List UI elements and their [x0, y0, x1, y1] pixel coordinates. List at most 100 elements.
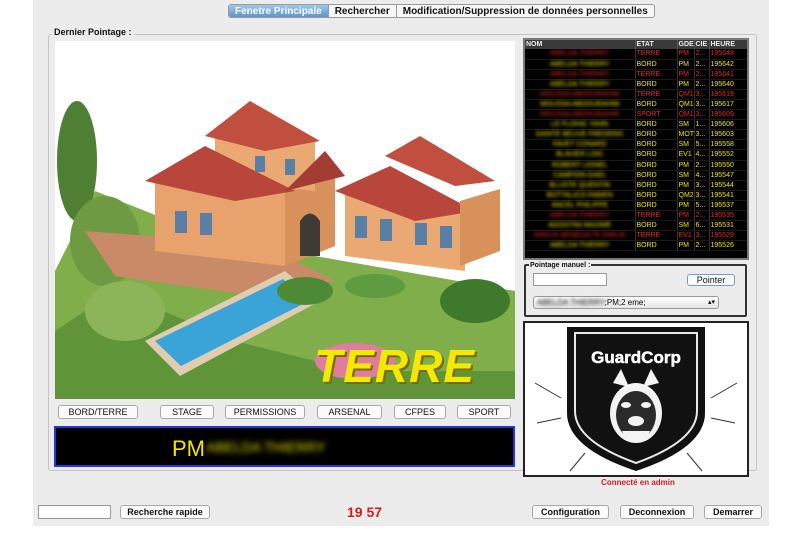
permissions-button[interactable]: PERMISSIONS [225, 405, 305, 419]
cell-heure: 195642 [709, 59, 747, 70]
column-header-etat[interactable]: ETAT [635, 40, 678, 49]
cell-heure: 195550 [709, 160, 747, 171]
cell-heure: 195535 [709, 210, 747, 222]
cell-gde: PM [677, 180, 695, 191]
last-check-display: PM ABELDA THIERRY [54, 426, 515, 467]
zone-illustration: TERRE [55, 41, 515, 399]
main-window: Fenetre Principale Rechercher Modificati… [33, 0, 769, 526]
cell-cie: 6... [694, 220, 710, 232]
quick-search-button[interactable]: Recherche rapide [120, 505, 210, 519]
cell-heure: 195558 [709, 139, 747, 151]
connection-status: Connecté en admin [601, 478, 675, 487]
cell-gde: QM1 [677, 99, 695, 111]
cell-gde: PM [677, 210, 695, 222]
table-row[interactable]: BLUSTE QUENTIN BORD PM 3... 195544 [525, 180, 747, 191]
guardcorp-brand-text: GuardCorp [591, 348, 681, 367]
cell-nom: ABELDA THIERRY [525, 79, 636, 90]
cell-gde: SM [677, 220, 695, 232]
cell-cie: 5... [694, 139, 710, 151]
stage-button[interactable]: STAGE [160, 405, 214, 419]
table-row[interactable]: ANCEL PHILIPPE BORD PM 5... 195537 [525, 200, 747, 212]
manual-check-panel [524, 264, 747, 317]
cell-cie: 3... [694, 180, 710, 191]
cell-gde: MOT [677, 129, 695, 141]
bord-terre-button[interactable]: BORD/TERRE [58, 405, 138, 419]
cell-nom: CAMPION GAEL [525, 170, 636, 181]
cell-etat: BORD [635, 160, 678, 171]
manual-check-input[interactable] [533, 273, 607, 286]
configuration-button[interactable]: Configuration [532, 505, 609, 519]
tab-search[interactable]: Rechercher [329, 5, 397, 17]
table-row[interactable]: BOTTALICO FABIEN BORD QM2 3... 195541 [525, 190, 747, 201]
cell-cie: 2... [694, 59, 710, 70]
table-row[interactable]: MOUSSA ABDOURAHIM BORD QM1 3... 195617 [525, 99, 747, 111]
cell-etat: TERRE [635, 49, 678, 60]
column-header-heure[interactable]: HEURE [709, 40, 747, 49]
tab-main-window[interactable]: Fenetre Principale [229, 5, 329, 17]
column-header-gde[interactable]: GDE [677, 40, 695, 49]
table-row[interactable]: ABELDA THIERRY BORD PM 2... 195640 [525, 79, 747, 90]
pointer-button[interactable]: Pointer [687, 274, 735, 286]
cell-heure: 195648 [709, 49, 747, 60]
quick-search-input[interactable] [38, 505, 111, 519]
personnel-select[interactable]: ABELDA THIERRY;PM;2 eme; ▴▾ [533, 296, 719, 309]
cell-heure: 195609 [709, 109, 747, 121]
arsenal-button[interactable]: ARSENAL [317, 405, 382, 419]
table-row[interactable]: ABELDA THIERRY BORD PM 2... 195642 [525, 59, 747, 70]
cell-etat: TERRE [635, 69, 678, 80]
table-row[interactable]: CAMPION GAEL BORD SM 4... 195547 [525, 170, 747, 181]
start-button[interactable]: Demarrer [704, 505, 762, 519]
cell-gde: EV1 [677, 230, 695, 242]
cell-gde: QM1 [677, 109, 695, 121]
cell-gde: SM [677, 139, 695, 151]
table-row[interactable]: LE FLOHIC YANN BORD SM 1... 195606 [525, 119, 747, 131]
cell-heure: 195526 [709, 240, 747, 252]
table-row[interactable]: BLAVIER LOIC BORD EV1 4... 195552 [525, 149, 747, 161]
table-row[interactable]: SAINTE BEUVE FREDERIC BORD MOT 3... 195603 [525, 129, 747, 141]
cell-heure: 195619 [709, 89, 747, 100]
cfpes-button[interactable]: CFPES [394, 405, 446, 419]
cell-etat: BORD [635, 200, 678, 212]
cell-nom: MOUSSA ABDOURAHIM [525, 99, 636, 111]
cell-cie: 2... [694, 210, 710, 222]
cell-nom: MOUSSA ABDOURAHIM [525, 109, 636, 121]
table-row[interactable]: ABELDA THIERRY TERRE PM 2... 195535 [525, 210, 747, 222]
cell-nom: ROBERT LIONEL [525, 160, 636, 171]
cell-cie: 5... [694, 200, 710, 212]
cell-gde: PM [677, 79, 695, 90]
table-row[interactable]: ROBERT LIONEL BORD PM 2... 195550 [525, 160, 747, 171]
column-header-nom[interactable]: NOM [525, 40, 636, 49]
select-arrows-icon: ▴▾ [707, 299, 715, 306]
cell-nom: BLAVIER LOIC [525, 149, 636, 161]
table-header-row: NOM ETAT GDE CIE HEURE [525, 40, 747, 49]
cell-nom: ABELDA THIERRY [525, 59, 636, 70]
cell-cie: 4... [694, 149, 710, 161]
cell-gde: PM [677, 240, 695, 252]
cell-gde: PM [677, 69, 695, 80]
table-row[interactable]: MOUSSA ABDOURAHIM TERRE QM1 3... 195619 [525, 89, 747, 100]
cell-heure: 195603 [709, 129, 747, 141]
table-row[interactable]: ABELDA THIERRY TERRE PM 2... 195641 [525, 69, 747, 80]
table-row[interactable]: ABELDA THIERRY BORD PM 2... 195526 [525, 240, 747, 252]
sport-button[interactable]: SPORT [457, 405, 511, 419]
column-header-cie[interactable]: CIE [694, 40, 710, 49]
table-row[interactable]: ABELDA THIERRY TERRE PM 2... 195648 [525, 49, 747, 60]
table-row[interactable]: AROUD BENEDICTE EMILIE TERRE EV1 3... 195529 [525, 230, 747, 242]
tab-edit-personal-data[interactable]: Modification/Suppression de données pers… [397, 5, 654, 17]
cell-heure: 195529 [709, 230, 747, 242]
cell-cie: 3... [694, 129, 710, 141]
cell-cie: 3... [694, 99, 710, 111]
cell-nom: LE FLOHIC YANN [525, 119, 636, 131]
cell-etat: BORD [635, 220, 678, 232]
logout-button[interactable]: Deconnexion [620, 505, 694, 519]
check-log-table: NOM ETAT GDE CIE HEURE ABELDA THIERRY TER… [523, 38, 749, 260]
table-row[interactable]: MOUSSA ABDOURAHIM SPORT QM1 3... 195609 [525, 109, 747, 121]
last-check-grade: PM [172, 436, 205, 461]
cell-nom: AROUD BENEDICTE EMILIE [525, 230, 636, 242]
cell-nom: FAVET CONARD [525, 139, 636, 151]
cell-cie: 2... [694, 79, 710, 90]
table-row[interactable]: AGOSTINI MAXIME BORD SM 6... 195531 [525, 220, 747, 232]
cell-heure: 195617 [709, 99, 747, 111]
cell-gde: QM2 [677, 190, 695, 201]
table-row[interactable]: FAVET CONARD BORD SM 5... 195558 [525, 139, 747, 151]
